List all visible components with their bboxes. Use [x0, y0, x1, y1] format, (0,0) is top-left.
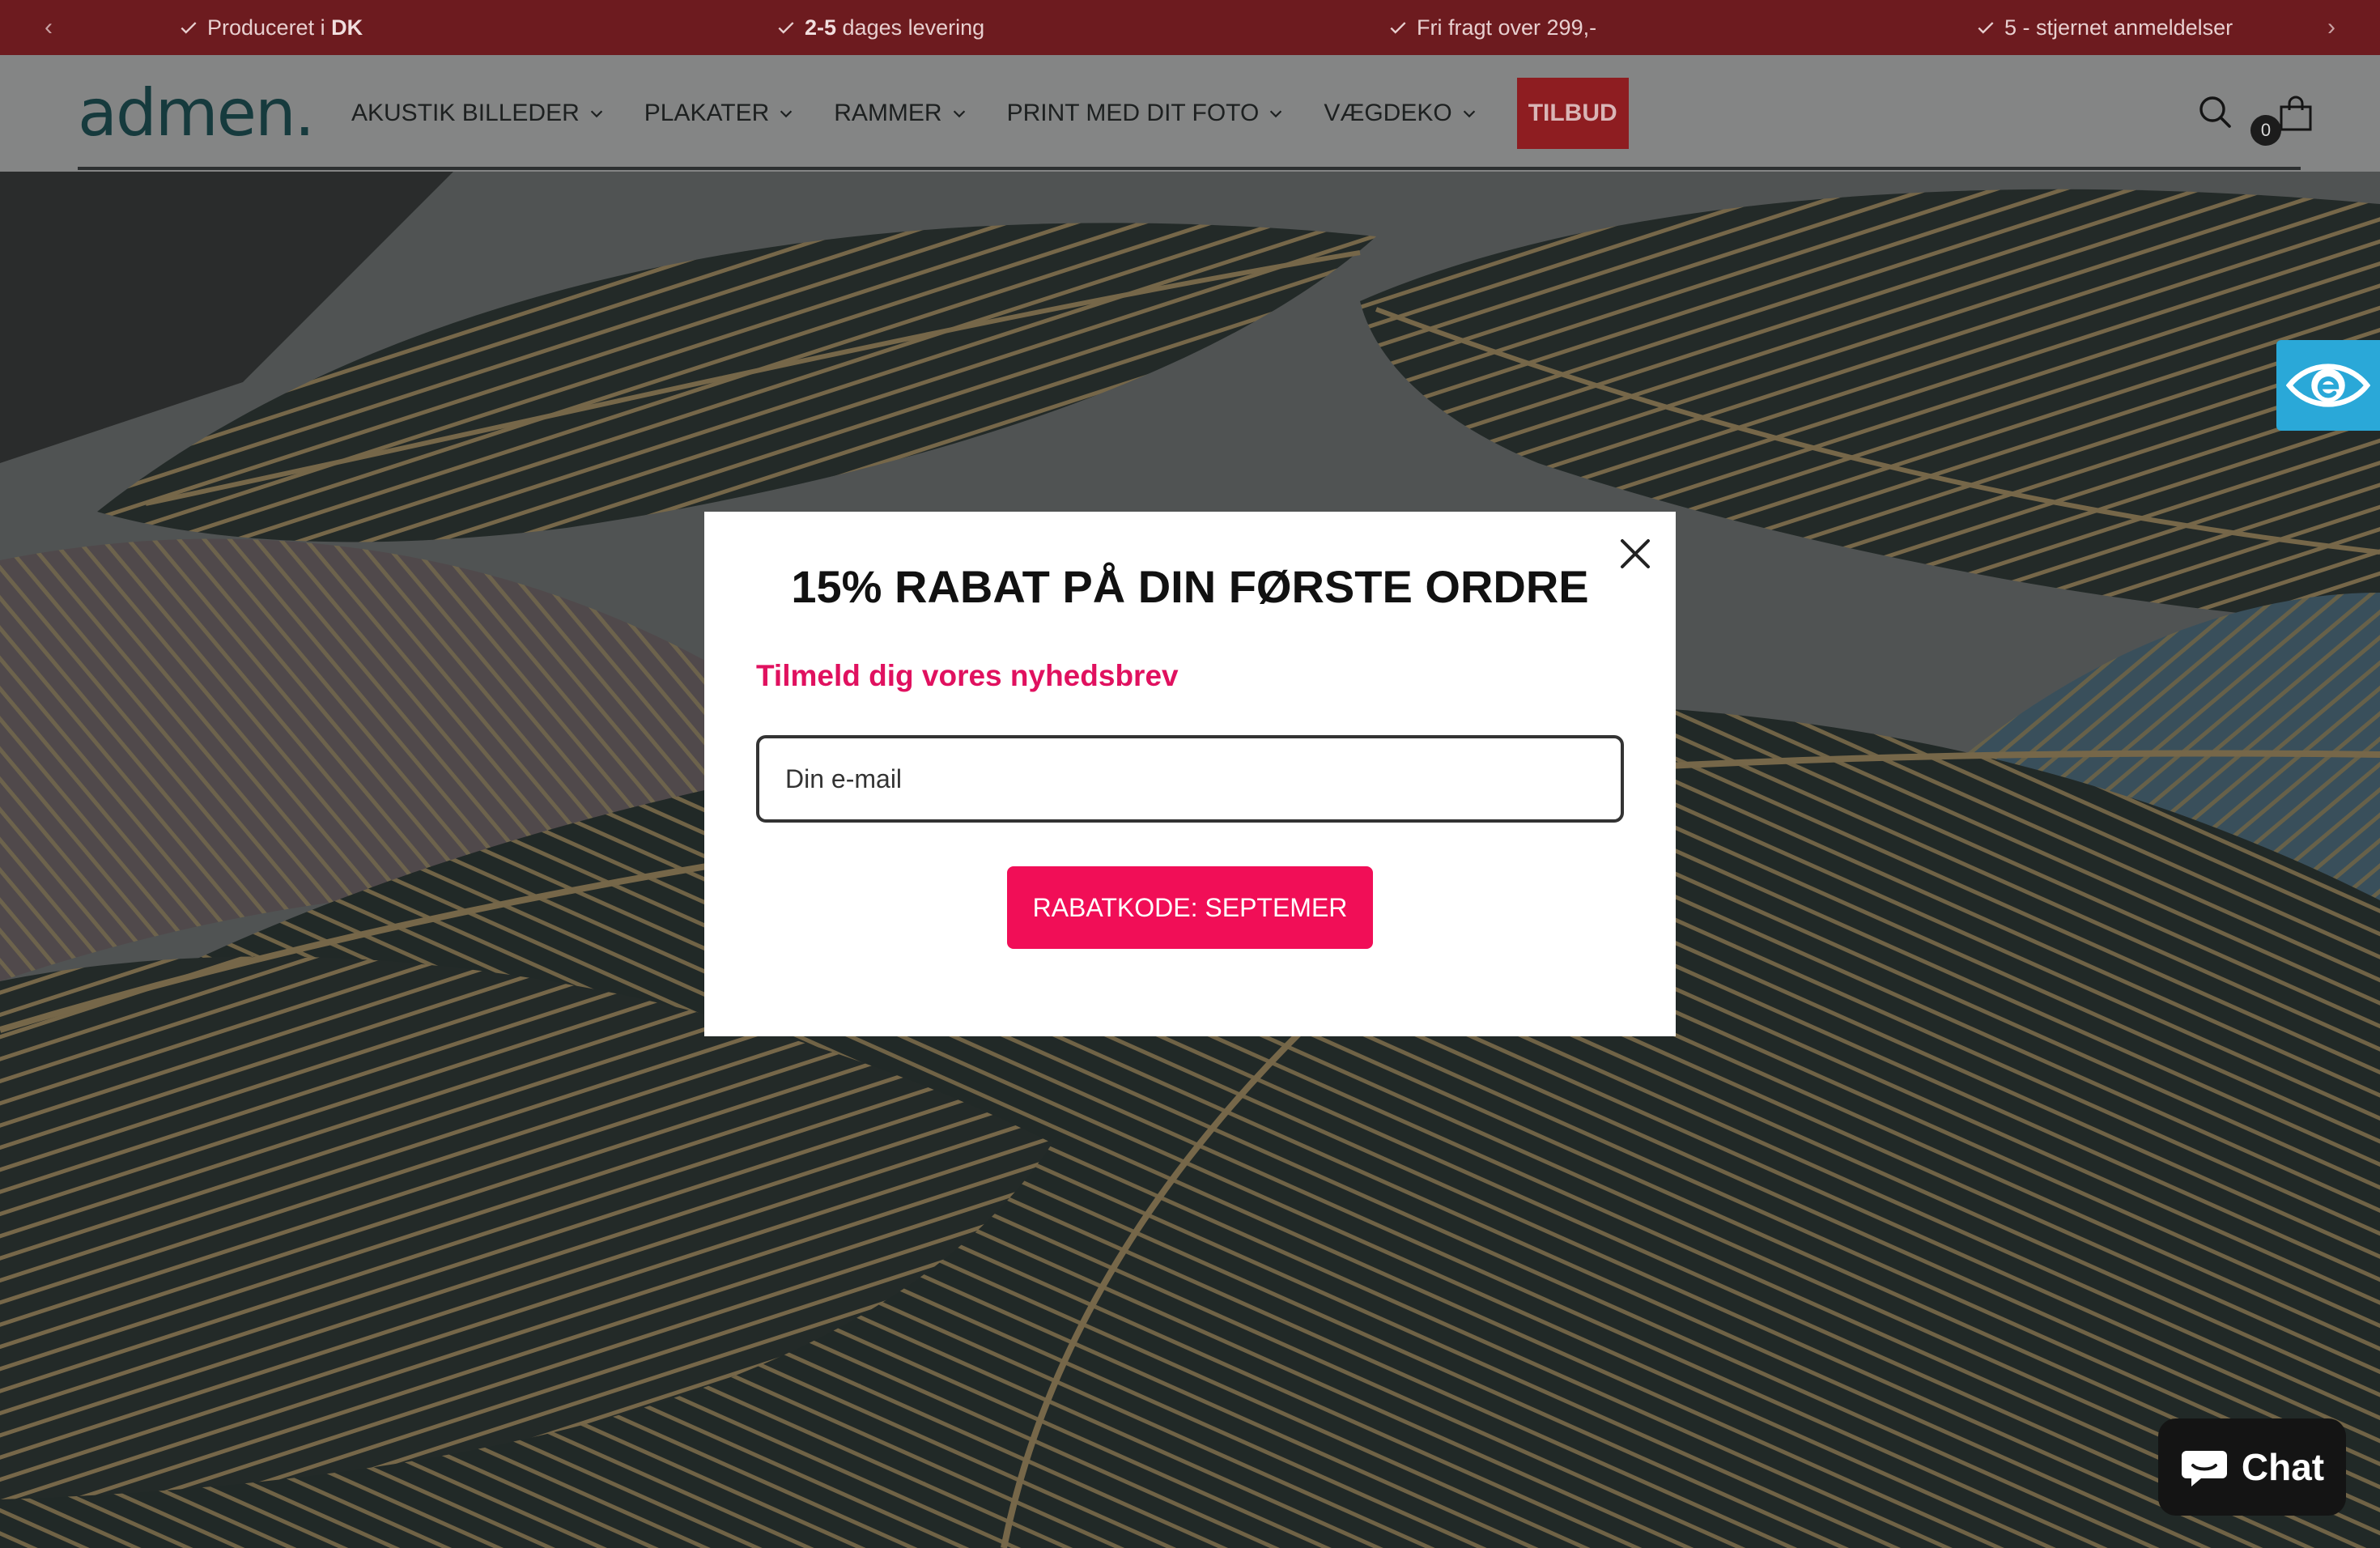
check-icon [181, 22, 197, 34]
chevron-right-icon: › [2327, 14, 2335, 40]
announcement-item-delivery: 2-5 dages levering [776, 0, 984, 55]
search-button[interactable] [2197, 94, 2233, 130]
discount-code-button[interactable]: RABATKODE: SEPTEMER [1007, 866, 1373, 949]
nav-item-plakater[interactable]: PLAKATER [644, 100, 796, 127]
chevron-down-icon [1270, 110, 1282, 118]
check-icon [1978, 22, 1994, 34]
chevron-down-icon [1463, 110, 1475, 118]
accessibility-widget-button[interactable] [2276, 340, 2380, 431]
nav-item-print-med-dit-foto[interactable]: PRINT MED DIT FOTO [1007, 100, 1286, 127]
chat-widget-button[interactable]: Chat [2158, 1418, 2346, 1516]
chevron-down-icon [780, 110, 793, 118]
chevron-left-icon: ‹ [45, 14, 53, 40]
nav-item-vaegdeko[interactable]: VÆGDEKO [1324, 100, 1477, 127]
chat-label: Chat [2241, 1446, 2325, 1488]
chevron-down-icon [953, 110, 965, 118]
announcement-item-free-shipping: Fri fragt over 299,- [1388, 0, 1596, 55]
site-header: admen. AKUSTIK BILLEDER PLAKATER RAMMER … [0, 55, 2380, 172]
announcement-bar: ‹ Produceret i DK 2-5 dages levering Fri… [0, 0, 2380, 55]
check-icon [1390, 22, 1406, 34]
nav-item-tilbud[interactable]: TILBUD [1516, 78, 1629, 149]
announcement-item-reviews: 5 - stjernet anmeldelser [1975, 0, 2233, 55]
bag-icon [2280, 96, 2312, 131]
announcement-item-produced: Produceret i DK [178, 0, 363, 55]
header-divider [78, 167, 2301, 170]
site-logo[interactable]: admen. [78, 75, 315, 151]
newsletter-modal: 15% RABAT PÅ DIN FØRSTE ORDRE Tilmeld di… [704, 512, 1676, 1036]
announcement-next-button[interactable]: › [2315, 0, 2348, 55]
nav-item-akustik-billeder[interactable]: AKUSTIK BILLEDER [351, 100, 606, 127]
chat-bubble-icon [2181, 1451, 2227, 1486]
announcement-prev-button[interactable]: ‹ [32, 0, 65, 55]
nav-item-rammer[interactable]: RAMMER [834, 100, 967, 127]
cart-count-badge: 0 [2250, 115, 2281, 146]
check-icon [778, 22, 794, 34]
modal-title: 15% RABAT PÅ DIN FØRSTE ORDRE [791, 561, 1589, 612]
cart-button[interactable] [2276, 94, 2315, 133]
search-icon [2199, 96, 2231, 128]
main-nav: AKUSTIK BILLEDER PLAKATER RAMMER PRINT M… [351, 78, 1629, 149]
eye-icon [2286, 364, 2370, 407]
modal-subtitle: Tilmeld dig vores nyhedsbrev [756, 659, 1179, 692]
chevron-down-icon [590, 110, 602, 118]
email-field[interactable] [756, 735, 1624, 823]
